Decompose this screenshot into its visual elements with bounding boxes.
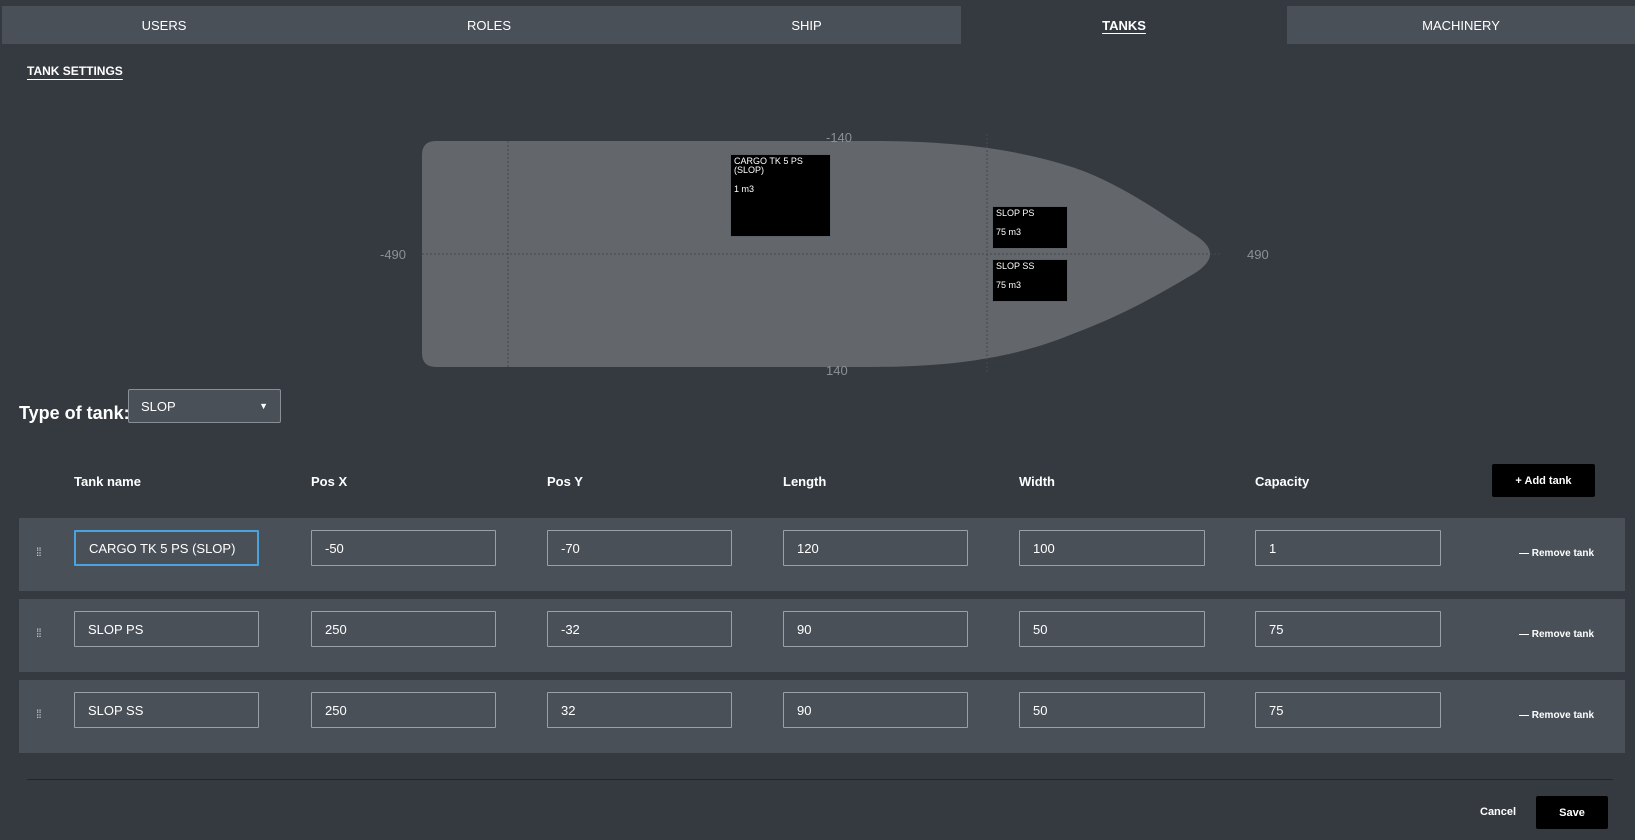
axis-label-right: 490 [1247, 247, 1269, 262]
tank-name-input[interactable]: CARGO TK 5 PS (SLOP) [74, 530, 259, 566]
footer-divider [27, 779, 1613, 780]
tank-row: ⁞⁞ SLOP PS 250 -32 90 50 75 — Remove tan… [19, 599, 1625, 672]
pos-x-input[interactable]: 250 [311, 611, 496, 647]
remove-tank-button[interactable]: — Remove tank [1519, 629, 1594, 640]
width-input[interactable]: 100 [1019, 530, 1205, 566]
tank-name-input[interactable]: SLOP SS [74, 692, 259, 728]
drag-handle-icon[interactable]: ⁞⁞ [36, 627, 42, 639]
capacity-input[interactable]: 1 [1255, 530, 1441, 566]
header-capacity: Capacity [1255, 474, 1310, 489]
axis-label-left: -490 [380, 247, 407, 262]
drag-handle-icon[interactable]: ⁞⁞ [36, 708, 42, 720]
diagram-tank-capacity: 1 m3 [734, 184, 755, 194]
diagram-tank-slop-ps[interactable]: SLOP PS 75 m3 [992, 206, 1068, 249]
diagram-tank-name: SLOP PS [996, 208, 1035, 218]
type-of-tank-value: SLOP [141, 398, 176, 414]
pos-x-input[interactable]: 250 [311, 692, 496, 728]
pos-y-input[interactable]: -70 [547, 530, 732, 566]
cancel-button[interactable]: Cancel [1480, 806, 1516, 818]
tank-name-input[interactable]: SLOP PS [74, 611, 259, 647]
axis-label-top: -140 [826, 130, 853, 145]
length-input[interactable]: 90 [783, 692, 968, 728]
capacity-input[interactable]: 75 [1255, 611, 1441, 647]
pos-y-input[interactable]: -32 [547, 611, 732, 647]
diagram-tank-capacity: 75 m3 [996, 280, 1022, 290]
type-of-tank-select[interactable]: SLOP ▼ [128, 389, 281, 423]
diagram-tank-cargo-tk-5[interactable]: CARGO TK 5 PS (SLOP) 1 m3 [730, 154, 831, 237]
tank-row: ⁞⁞ CARGO TK 5 PS (SLOP) -50 -70 120 100 … [19, 518, 1625, 591]
caret-down-icon: ▼ [259, 401, 268, 411]
diagram-tank-capacity: 75 m3 [996, 227, 1022, 237]
header-width: Width [1019, 474, 1055, 489]
header-tank-name: Tank name [74, 474, 141, 489]
header-length: Length [783, 474, 827, 489]
axis-label-bottom: 140 [826, 363, 848, 378]
capacity-input[interactable]: 75 [1255, 692, 1441, 728]
pos-x-input[interactable]: -50 [311, 530, 496, 566]
type-of-tank-label: Type of tank: [19, 403, 130, 423]
length-input[interactable]: 120 [783, 530, 968, 566]
header-pos-y: Pos Y [547, 474, 583, 489]
width-input[interactable]: 50 [1019, 692, 1205, 728]
pos-y-input[interactable]: 32 [547, 692, 732, 728]
diagram-tank-slop-ss[interactable]: SLOP SS 75 m3 [992, 259, 1068, 302]
tank-row: ⁞⁞ SLOP SS 250 32 90 50 75 — Remove tank [19, 680, 1625, 753]
diagram-tank-name: CARGO TK 5 PS (SLOP) [734, 156, 803, 175]
remove-tank-button[interactable]: — Remove tank [1519, 548, 1594, 559]
length-input[interactable]: 90 [783, 611, 968, 647]
diagram-tank-name: SLOP SS [996, 261, 1035, 271]
width-input[interactable]: 50 [1019, 611, 1205, 647]
remove-tank-button[interactable]: — Remove tank [1519, 710, 1594, 721]
add-tank-button[interactable]: + Add tank [1492, 464, 1595, 497]
drag-handle-icon[interactable]: ⁞⁞ [36, 546, 42, 558]
save-button[interactable]: Save [1536, 796, 1608, 829]
header-pos-x: Pos X [311, 474, 348, 489]
